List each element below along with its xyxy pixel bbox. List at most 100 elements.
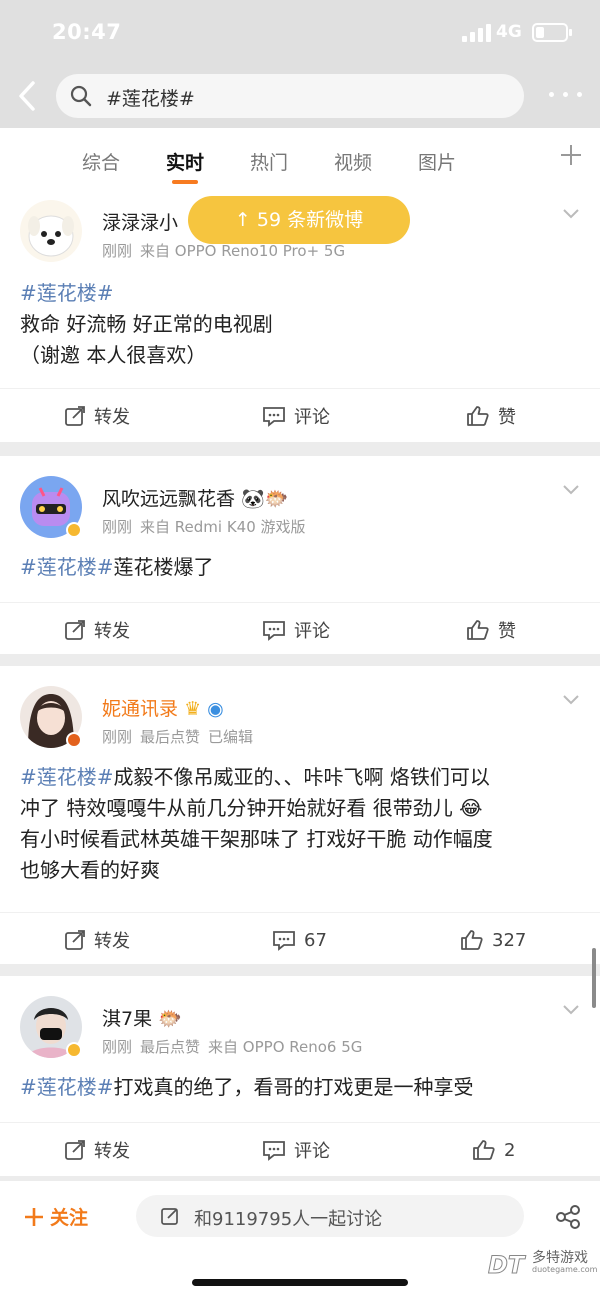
hashtag-link[interactable]: #莲花楼# [20,555,114,579]
like-button[interactable]: 赞 [466,616,516,644]
post-time: 刚刚 [102,728,133,746]
username-text: 淇7果 [102,1008,153,1030]
watermark-url: duotegame.com [532,1265,598,1274]
crown-badge-icon: ♛ [184,698,202,720]
laughing-emoji-icon: 😂 [459,796,483,820]
comment-button[interactable]: 67 [272,926,327,954]
comment-button[interactable]: 评论 [262,1136,330,1164]
discuss-label: 和9119795人一起讨论 [194,1209,383,1230]
repost-label: 转发 [94,407,130,428]
repost-icon [65,930,85,950]
plus-icon [25,1207,43,1226]
comment-count: 67 [304,929,327,951]
network-label: 4G [496,22,522,42]
discuss-input[interactable]: 和9119795人一起讨论 [136,1195,524,1237]
post-meta: 刚刚 最后点赞 已编辑 [102,726,261,747]
scrollbar-thumb[interactable] [592,948,596,1008]
comment-button[interactable]: 评论 [262,616,330,644]
comment-button[interactable]: 评论 [262,402,330,430]
avatar[interactable] [20,200,82,262]
post-line: 成毅不像吊威亚的、、咔咔飞啊 烙铁们可以 [113,765,490,789]
repost-button[interactable]: 转发 [64,402,130,430]
comment-icon [263,407,285,427]
post-source: 来自 OPPO Reno6 5G [208,1038,363,1056]
post-text: #莲花楼#成毅不像吊威亚的、、咔咔飞啊 烙铁们可以 冲了 特效嘎嘎牛从前几分钟开… [20,762,586,886]
post-text: #莲花楼#打戏真的绝了，看哥的打戏更是一种享受 [20,1072,586,1103]
hashtag-link[interactable]: #莲花楼# [20,278,586,309]
tab-video[interactable]: 视频 [334,148,372,175]
post-username[interactable]: 风吹远远飘花香 🐼🐡 [102,484,288,511]
comment-label: 评论 [294,621,330,642]
hashtag-link[interactable]: #莲花楼# [20,1075,114,1099]
search-query: #莲花楼# [106,88,195,110]
dog-avatar-icon [28,215,74,257]
repost-label: 转发 [94,1141,130,1162]
globe-badge-icon: ◉ [207,698,224,720]
bottom-bar: 关注 和9119795人一起讨论 DT 多特游戏 duotegame.com [0,1180,600,1298]
post-last-liked: 最后点赞 [140,728,201,746]
repost-label: 转发 [94,931,130,952]
chevron-down-icon[interactable] [562,208,580,220]
post-username[interactable]: 渌渌渌小 [102,208,178,235]
repost-icon [65,1140,85,1160]
repost-button[interactable]: 转发 [64,1136,130,1164]
repost-icon [65,406,85,426]
watermark-logo: DT [487,1251,525,1280]
add-tab-icon[interactable] [560,144,582,166]
comment-label: 评论 [294,1141,330,1162]
chevron-down-icon[interactable] [562,1004,580,1016]
thumbs-up-icon [467,620,489,640]
hashtag-link[interactable]: #莲花楼# [20,765,114,789]
back-button[interactable] [14,78,44,114]
repost-button[interactable]: 转发 [64,616,130,644]
chevron-down-icon[interactable] [562,694,580,706]
more-options-button[interactable] [546,84,586,104]
repost-button[interactable]: 转发 [64,926,130,954]
new-posts-pill[interactable]: ↑ 59 条新微博 [188,196,410,244]
tab-images[interactable]: 图片 [418,148,456,175]
signal-icon [462,24,492,42]
post-line: 莲花楼爆了 [113,555,214,579]
comment-label: 评论 [294,407,330,428]
post-text: #莲花楼# 救命 好流畅 好正常的电视剧 （谢邀 本人很喜欢） [20,278,586,371]
post-last-liked: 最后点赞 [140,1038,201,1056]
comment-icon [263,621,285,641]
tab-hot[interactable]: 热门 [250,148,288,175]
like-button[interactable]: 327 [460,926,526,954]
post-edited: 已编辑 [208,728,254,746]
tab-realtime[interactable]: 实时 [166,148,204,175]
post-card: 淇7果 🐡 刚刚 最后点赞 来自 OPPO Reno6 5G #莲花楼#打戏真的绝了… [0,976,600,1176]
post-time: 刚刚 [102,1038,133,1056]
comment-icon [273,931,295,951]
like-button[interactable]: 赞 [466,402,516,430]
verified-badge-icon [66,732,82,748]
post-line: 救命 好流畅 好正常的电视剧 [20,312,273,336]
post-actions: 转发 67 327 [0,912,600,966]
header: 20:47 4G #莲花楼# [0,0,600,128]
post-meta: 刚刚 最后点赞 来自 OPPO Reno6 5G [102,1036,370,1057]
post-line: 打戏真的绝了，看哥的打戏更是一种享受 [113,1075,474,1099]
post-card: 妮通讯录 ♛ ◉ 刚刚 最后点赞 已编辑 #莲花楼#成毅不像吊威亚的、、咔咔飞啊 烙… [0,666,600,964]
chevron-down-icon[interactable] [562,484,580,496]
active-tab-indicator [172,180,198,184]
repost-icon [65,620,85,640]
post-source: 来自 Redmi K40 游戏版 [140,518,306,536]
puffer-emoji-icon: 🐡 [158,1008,182,1030]
post-line: （谢邀 本人很喜欢） [20,343,207,367]
post-actions: 转发 评论 2 [0,1122,600,1176]
post-actions: 转发 评论 赞 [0,388,600,442]
repost-label: 转发 [94,621,130,642]
home-indicator[interactable] [192,1279,408,1286]
tab-comprehensive[interactable]: 综合 [82,148,120,175]
username-text: 妮通讯录 [102,698,179,720]
post-username[interactable]: 淇7果 🐡 [102,1004,182,1031]
like-button[interactable]: 2 [472,1136,515,1164]
chevron-left-icon [19,81,35,111]
follow-button[interactable]: 关注 [24,1203,88,1230]
share-icon[interactable] [554,1203,582,1231]
watermark: DT 多特游戏 duotegame.com [487,1247,598,1281]
post-username[interactable]: 妮通讯录 ♛ ◉ [102,694,224,721]
search-icon [70,85,92,107]
search-input[interactable]: #莲花楼# [56,74,524,118]
post-line: 冲了 特效嘎嘎牛从前几分钟开始就好看 很带劲儿 [20,796,453,820]
